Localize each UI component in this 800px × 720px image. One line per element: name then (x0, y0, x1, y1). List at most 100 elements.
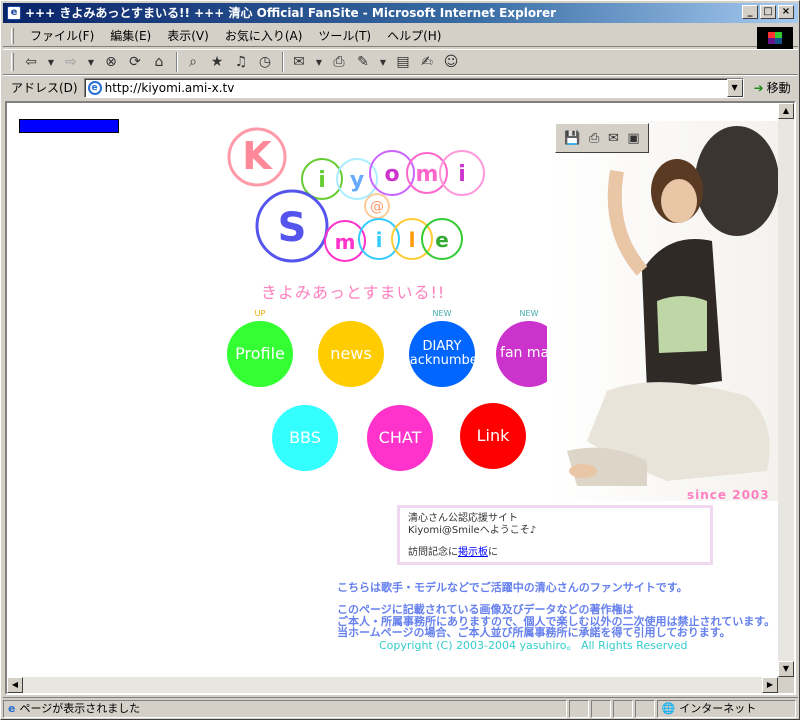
ie-app-icon: e (7, 6, 21, 20)
nav-chat-button[interactable]: CHAT (367, 405, 433, 471)
discuss-icon[interactable]: ▤ (392, 51, 414, 73)
horizontal-scrollbar[interactable]: ◀ ▶ (7, 677, 778, 693)
status-cell (590, 699, 611, 718)
address-url: http://kiyomi.ami-x.tv (104, 80, 235, 95)
media-icon[interactable]: ♫ (230, 51, 252, 73)
edit-icon[interactable]: ✎ (352, 51, 374, 73)
welcome-text: 訪問記念に (408, 547, 458, 558)
status-cell (612, 699, 633, 718)
scroll-up-icon[interactable]: ▲ (778, 103, 794, 119)
search-icon[interactable]: ⌕ (182, 51, 204, 73)
since-label: since 2003 (687, 488, 770, 502)
blue-banner (19, 119, 119, 133)
zone-label: インターネット (679, 701, 757, 715)
menu-edit[interactable]: 編集(E) (102, 26, 159, 46)
nav-link-button[interactable]: Link (460, 403, 526, 469)
logo-letter: l (409, 228, 416, 252)
logo-letter: e (435, 228, 449, 252)
windows-logo-icon (757, 27, 793, 49)
mail-icon[interactable]: ✉ (288, 51, 310, 73)
internet-globe-icon: 🌐 (661, 701, 676, 715)
home-icon[interactable]: ⌂ (148, 51, 170, 73)
logo-letter: y (350, 168, 364, 193)
status-text-cell: e ページが表示されました (3, 699, 567, 718)
menu-bar: ファイル(F) 編集(E) 表示(V) お気に入り(A) ツール(T) ヘルプ(… (3, 25, 798, 47)
menu-help[interactable]: ヘルプ(H) (379, 26, 449, 46)
nav-label: news (330, 344, 372, 364)
toolbar-grip (11, 53, 14, 71)
welcome-text: に (488, 547, 498, 558)
vertical-scrollbar[interactable]: ▲ ▼ (778, 103, 794, 677)
address-input[interactable]: e http://kiyomi.ami-x.tv ▼ (83, 77, 744, 98)
menu-view[interactable]: 表示(V) (159, 26, 217, 46)
scroll-corner (778, 677, 794, 693)
nav-label: BBS (289, 428, 321, 448)
welcome-line: 清心さん公認応援サイト (408, 513, 518, 524)
nav-profile-button[interactable]: UP Profile (227, 309, 293, 387)
page-done-icon: e (8, 701, 16, 715)
print-icon[interactable]: ⎙ (589, 131, 599, 146)
welcome-line: Kiyomi@Smileへようこそ♪ (408, 525, 537, 536)
stop-icon[interactable]: ⊗ (100, 51, 122, 73)
page-viewport: K i y o m i @ S m i l e きよみあっとすまいる!! UP … (5, 101, 796, 695)
bbs-link[interactable]: 掲示板 (458, 547, 488, 558)
nav-bbs-button[interactable]: BBS (272, 405, 338, 471)
logo-letter: K (242, 134, 273, 178)
nav-label: DIARY Backnumber (400, 338, 484, 368)
maximize-button[interactable]: □ (760, 5, 776, 19)
logo-letter: i (376, 228, 383, 252)
scroll-down-icon[interactable]: ▼ (778, 661, 794, 677)
forward-dropdown-icon[interactable]: ▼ (84, 51, 98, 73)
site-description: こちらは歌手・モデルなどでご活躍中の清心さんのファンサイトです。 (337, 581, 688, 594)
status-cell (634, 699, 655, 718)
go-label: 移動 (766, 81, 791, 95)
back-icon[interactable]: ⇦ (20, 51, 42, 73)
menu-grip (11, 27, 14, 44)
copyright-text: Copyright (C) 2003-2004 yasuhiro。 All Ri… (379, 639, 688, 652)
go-button[interactable]: ➜ 移動 (754, 79, 791, 96)
zone-cell: 🌐 インターネット (656, 699, 796, 718)
toolbar-separator (176, 52, 178, 72)
welcome-box: 清心さん公認応援サイト Kiyomi@Smileへようこそ♪ 訪問記念に掲示板に (397, 505, 713, 565)
status-text: ページが表示されました (19, 701, 141, 715)
favorites-icon[interactable]: ★ (206, 51, 228, 73)
minimize-button[interactable]: _ (742, 5, 758, 19)
messenger-icon[interactable]: ☺ (440, 51, 462, 73)
scroll-left-icon[interactable]: ◀ (7, 677, 23, 693)
save-icon[interactable]: 💾 (564, 131, 580, 146)
forward-icon[interactable]: ⇨ (60, 51, 82, 73)
status-cell (568, 699, 589, 718)
close-button[interactable]: × (778, 5, 794, 19)
menu-file[interactable]: ファイル(F) (22, 26, 102, 46)
address-dropdown-icon[interactable]: ▼ (726, 78, 743, 97)
scroll-right-icon[interactable]: ▶ (762, 677, 778, 693)
go-arrow-icon: ➜ (753, 80, 764, 95)
history-icon[interactable]: ◷ (254, 51, 276, 73)
refresh-icon[interactable]: ⟳ (124, 51, 146, 73)
toolbar-separator (282, 52, 284, 72)
mail-dropdown-icon[interactable]: ▼ (312, 51, 326, 73)
edit-dropdown-icon[interactable]: ▼ (376, 51, 390, 73)
site-subtitle: きよみあっとすまいる!! (261, 283, 446, 302)
image-toolbar: 💾 ⎙ ✉ ▣ (555, 123, 649, 153)
folder-icon[interactable]: ▣ (627, 131, 639, 146)
nav-news-button[interactable]: news (318, 321, 384, 387)
page-icon: e (87, 80, 102, 95)
site-logo[interactable]: K i y o m i @ S m i l e (217, 121, 517, 271)
print-icon[interactable]: ⎙ (328, 51, 350, 73)
address-label: アドレス(D) (11, 81, 78, 95)
research-icon[interactable]: ✍ (416, 51, 438, 73)
logo-letter: i (318, 168, 326, 193)
title-bar: e +++ きよみあっとすまいる!! +++ 清心 Official FanSi… (3, 3, 798, 23)
menu-tools[interactable]: ツール(T) (310, 26, 379, 46)
window-title: +++ きよみあっとすまいる!! +++ 清心 Official FanSite… (25, 6, 557, 20)
mail-icon[interactable]: ✉ (608, 131, 619, 146)
browser-window: e +++ きよみあっとすまいる!! +++ 清心 Official FanSi… (0, 0, 800, 720)
window-controls: _ □ × (742, 5, 794, 19)
nav-diary-button[interactable]: NEW DIARY Backnumber (401, 309, 483, 387)
nav-badge-up: UP (254, 309, 266, 318)
standard-toolbar: ⇦ ▼ ⇨ ▼ ⊗ ⟳ ⌂ ⌕ ★ ♫ ◷ ✉ ▼ ⎙ ✎ ▼ ▤ ✍ ☺ (3, 49, 798, 75)
back-dropdown-icon[interactable]: ▼ (44, 51, 58, 73)
nav-label: CHAT (378, 428, 422, 448)
menu-favorites[interactable]: お気に入り(A) (217, 26, 311, 46)
